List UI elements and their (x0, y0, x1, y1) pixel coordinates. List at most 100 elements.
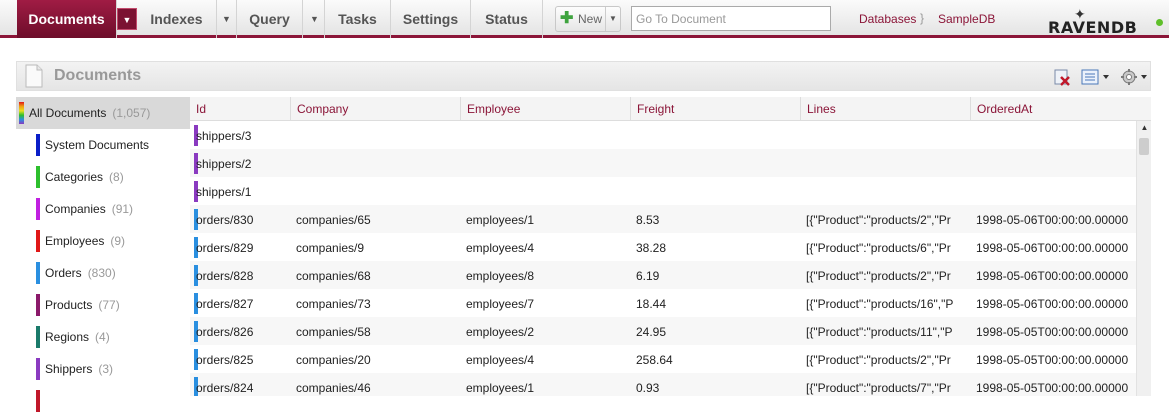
page-title: Documents (54, 67, 142, 84)
table-row[interactable]: orders/828 companies/68 employees/8 6.19 [{"… (190, 261, 1136, 289)
cell-freight: 24.95 (636, 325, 667, 339)
collection-color-swatch (36, 358, 40, 380)
nav-documents[interactable]: Documents (17, 0, 117, 38)
nav-query-dropdown-icon[interactable]: ▼ (305, 0, 325, 38)
cell-id[interactable]: orders/828 (196, 269, 292, 283)
nav-tasks[interactable]: Tasks (325, 0, 391, 38)
breadcrumb-database[interactable]: SampleDB (938, 12, 995, 26)
cell-lines: [{"Product":"products/11","P (806, 325, 953, 339)
cell-id[interactable]: orders/827 (196, 297, 292, 311)
sidebar-item-label: Orders (830) (45, 266, 116, 280)
table-row[interactable]: orders/824 companies/46 employees/1 0.93 [{"… (190, 373, 1136, 396)
table-row[interactable]: shippers/3 (190, 121, 1136, 149)
sidebar-item-shippers[interactable]: Shippers (3) (16, 353, 190, 385)
cell-ordered-at: 1998-05-05T00:00:00.00000 (976, 353, 1129, 367)
collection-name: Products (45, 298, 93, 312)
breadcrumb-separator: } (920, 11, 925, 25)
cell-id[interactable]: orders/830 (196, 213, 292, 227)
nav-query[interactable]: Query (237, 0, 303, 38)
nav-indexes-dropdown-icon[interactable]: ▼ (217, 0, 237, 38)
breadcrumb-databases[interactable]: Databases (859, 12, 916, 26)
nav-settings[interactable]: Settings (391, 0, 471, 38)
sidebar-item-system-documents[interactable]: System Documents (16, 129, 190, 161)
cell-id[interactable]: orders/826 (196, 325, 292, 339)
new-button[interactable]: ✚ New ▼ (555, 6, 621, 32)
table-row[interactable]: orders/827 companies/73 employees/7 18.44 [{… (190, 289, 1136, 317)
cell-company: companies/65 (296, 213, 371, 227)
collection-color-swatch (36, 198, 40, 220)
collection-color-swatch (36, 134, 40, 156)
sidebar-item-label: System Documents (45, 138, 149, 152)
sidebar-item-orders[interactable]: Orders (830) (16, 257, 190, 289)
column-header-freight[interactable]: Freight (630, 97, 800, 121)
cell-company: companies/46 (296, 381, 371, 395)
collection-count: (91) (111, 202, 134, 216)
new-button-label: New (578, 12, 603, 26)
nav-documents-dropdown-icon[interactable]: ▼ (117, 8, 137, 30)
nav-status[interactable]: Status (471, 0, 543, 38)
column-header-employee[interactable]: Employee (460, 97, 630, 121)
go-to-document-input[interactable] (631, 6, 831, 31)
collection-name: Categories (45, 170, 104, 184)
cell-employee: employees/7 (466, 297, 535, 311)
column-header-lines[interactable]: Lines (800, 97, 970, 121)
table-row[interactable]: orders/830 companies/65 employees/1 8.53 [{"… (190, 205, 1136, 233)
collection-name: System Documents (45, 138, 150, 152)
sidebar-item-label: Shippers (3) (45, 362, 113, 376)
sidebar-item-label: Regions (4) (45, 330, 110, 344)
sidebar-item-categories[interactable]: Categories (8) (16, 161, 190, 193)
cell-freight: 18.44 (636, 297, 667, 311)
cell-id[interactable]: shippers/2 (196, 157, 292, 171)
column-header-ordered-at[interactable]: OrderedAt (970, 97, 1140, 121)
cell-id[interactable]: orders/829 (196, 241, 292, 255)
new-dropdown-icon[interactable]: ▼ (605, 7, 620, 31)
scrollbar-thumb[interactable] (1139, 138, 1149, 155)
sidebar-item-companies[interactable]: Companies (91) (16, 193, 190, 225)
column-header-company[interactable]: Company (290, 97, 460, 121)
sidebar-item-products[interactable]: Products (77) (16, 289, 190, 321)
table-row[interactable]: shippers/2 (190, 149, 1136, 177)
cell-id[interactable]: shippers/3 (196, 129, 292, 143)
ravendb-logo: ✦ RAVENDB (1046, 6, 1138, 37)
collection-color-swatch (36, 294, 40, 316)
sidebar-item-label: Employees (9) (45, 234, 125, 248)
cell-id[interactable]: shippers/1 (196, 185, 292, 199)
cell-employee: employees/4 (466, 241, 535, 255)
column-header-id[interactable]: Id (190, 97, 290, 121)
cell-ordered-at: 1998-05-06T00:00:00.00000 (976, 269, 1129, 283)
server-status-icon (1156, 19, 1163, 26)
cell-id[interactable]: orders/824 (196, 381, 292, 395)
cell-id[interactable]: orders/825 (196, 353, 292, 367)
table-row[interactable]: orders/826 companies/58 employees/2 24.95 [{… (190, 317, 1136, 345)
scroll-up-icon[interactable]: ▲ (1137, 123, 1151, 132)
cell-company: companies/9 (296, 241, 365, 255)
sidebar-item-regions[interactable]: Regions (4) (16, 321, 190, 353)
cell-ordered-at: 1998-05-06T00:00:00.00000 (976, 297, 1129, 311)
delete-documents-icon[interactable] (1053, 68, 1071, 86)
sidebar-item-next[interactable] (16, 385, 190, 417)
cell-freight: 0.93 (636, 381, 660, 395)
collections-sidebar: All Documents (1,057) System Documents Ca… (16, 97, 190, 412)
table-row[interactable]: orders/829 companies/9 employees/4 38.28 [{"… (190, 233, 1136, 261)
cell-company: companies/73 (296, 297, 371, 311)
vertical-scrollbar[interactable]: ▲ (1136, 121, 1151, 396)
collection-color-swatch (36, 230, 40, 252)
sidebar-item-all-documents[interactable]: All Documents (1,057) (16, 97, 190, 129)
cell-company: companies/20 (296, 353, 371, 367)
collection-name: Regions (45, 330, 90, 344)
collection-count: (8) (109, 170, 124, 184)
plus-icon: ✚ (560, 10, 574, 27)
cell-employee: employees/8 (466, 269, 535, 283)
table-row[interactable]: orders/825 companies/20 employees/4 258.64 [… (190, 345, 1136, 373)
sidebar-item-employees[interactable]: Employees (9) (16, 225, 190, 257)
collection-name: Employees (45, 234, 105, 248)
page-header: Documents (16, 61, 1151, 91)
nav-indexes[interactable]: Indexes (137, 0, 217, 38)
table-row[interactable]: shippers/1 (190, 177, 1136, 205)
collection-name: All Documents (29, 106, 107, 120)
cell-employee: employees/2 (466, 325, 535, 339)
view-options-icon[interactable] (1081, 68, 1111, 86)
logo-text: RAVENDB (1048, 18, 1138, 37)
cell-lines: [{"Product":"products/7","Pr (806, 381, 951, 395)
gear-icon[interactable] (1120, 68, 1150, 86)
